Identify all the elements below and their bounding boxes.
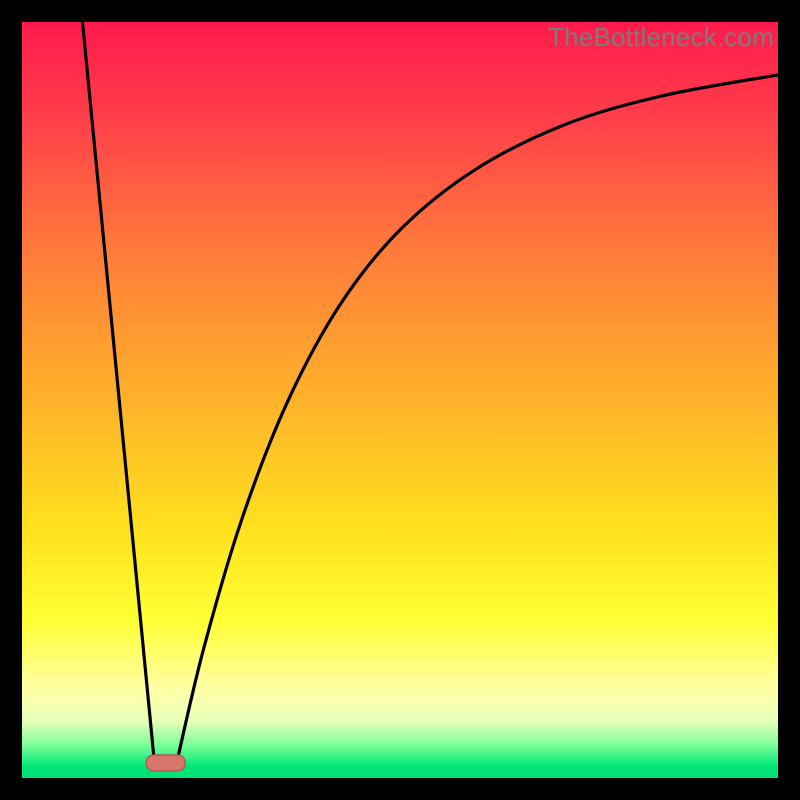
bottleneck-chart	[22, 22, 778, 778]
plot-background	[22, 22, 778, 778]
plot-frame: TheBottleneck.com	[22, 22, 778, 778]
optimal-range-pill	[146, 755, 185, 771]
watermark-text: TheBottleneck.com	[548, 22, 774, 53]
